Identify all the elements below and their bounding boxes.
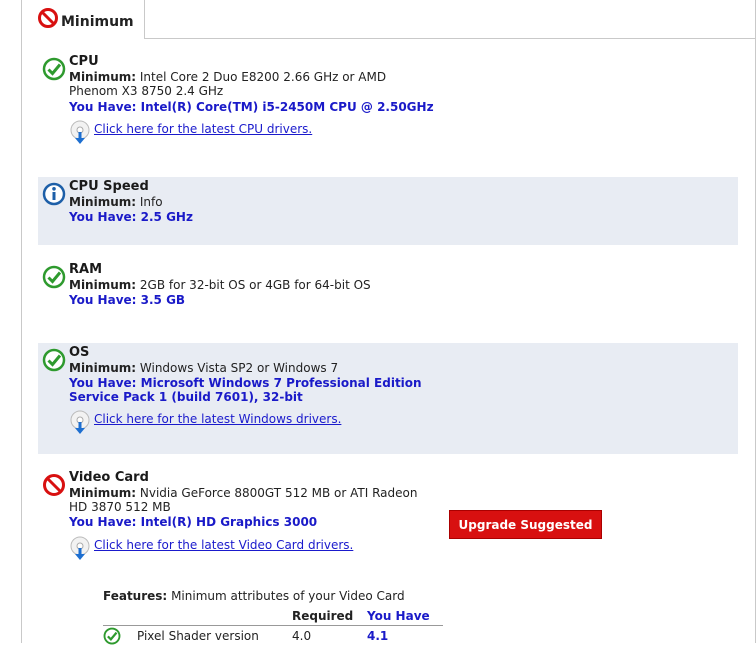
- requirement-ram: RAM Minimum: 2GB for 32-bit OS or 4GB fo…: [38, 260, 738, 320]
- cpu-driver-link[interactable]: Click here for the latest CPU drivers.: [94, 122, 312, 136]
- column-header-required: Required: [292, 609, 354, 623]
- minimum-text: Minimum: Nvidia GeForce 8800GT 512 MB or…: [69, 486, 418, 500]
- minimum-text: Minimum: Windows Vista SP2 or Windows 7: [69, 361, 339, 375]
- minimum-text: Minimum: Info: [69, 195, 163, 209]
- requirement-title: CPU: [69, 54, 99, 69]
- requirement-cpu: CPU Minimum: Intel Core 2 Duo E8200 2.66…: [38, 52, 738, 148]
- requirement-title: OS: [69, 345, 90, 360]
- check-icon: [42, 265, 66, 292]
- column-header-you-have: You Have: [367, 609, 430, 623]
- tab-label: Minimum: [61, 14, 134, 30]
- you-have-text: You Have: Microsoft Windows 7 Profession…: [69, 376, 422, 390]
- minimum-text-line2: HD 3870 512 MB: [69, 500, 171, 514]
- you-have-text: You Have: 2.5 GHz: [69, 210, 193, 224]
- download-icon: [69, 410, 91, 439]
- requirement-title: Video Card: [69, 470, 149, 485]
- you-have-text-line2: Service Pack 1 (build 7601), 32-bit: [69, 390, 303, 404]
- feature-name: Pixel Shader version: [137, 629, 259, 643]
- info-icon: [42, 182, 66, 209]
- video-card-driver-link[interactable]: Click here for the latest Video Card dri…: [94, 538, 353, 552]
- feature-you-have: 4.1: [367, 629, 389, 643]
- you-have-text: You Have: 3.5 GB: [69, 293, 186, 307]
- requirement-cpu-speed: CPU Speed Minimum: Info You Have: 2.5 GH…: [38, 177, 738, 245]
- no-entry-icon: [42, 473, 66, 500]
- minimum-text: Minimum: 2GB for 32-bit OS or 4GB for 64…: [69, 278, 371, 292]
- requirement-os: OS Minimum: Windows Vista SP2 or Windows…: [38, 343, 738, 454]
- minimum-text: Minimum: Intel Core 2 Duo E8200 2.66 GHz…: [69, 70, 387, 84]
- requirement-video-card: Video Card Minimum: Nvidia GeForce 8800G…: [38, 468, 738, 564]
- requirement-title: RAM: [69, 262, 103, 277]
- check-icon: [42, 57, 66, 84]
- download-icon: [69, 120, 91, 149]
- minimum-text-line2: Phenom X3 8750 2.4 GHz: [69, 84, 224, 98]
- tab-strip-border: [144, 38, 756, 39]
- feature-required: 4.0: [292, 629, 312, 643]
- upgrade-suggested-button[interactable]: Upgrade Suggested: [449, 510, 602, 539]
- check-icon: [42, 348, 66, 375]
- you-have-text: You Have: Intel(R) HD Graphics 3000: [69, 515, 318, 529]
- you-have-text: You Have: Intel(R) Core(TM) i5-2450M CPU…: [69, 100, 434, 114]
- requirement-title: CPU Speed: [69, 179, 149, 194]
- features-title: Features: Minimum attributes of your Vid…: [103, 589, 405, 603]
- tab-minimum[interactable]: Minimum: [23, 0, 145, 38]
- download-icon: [69, 536, 91, 565]
- check-icon: [103, 627, 121, 648]
- header-divider: [103, 625, 443, 626]
- windows-driver-link[interactable]: Click here for the latest Windows driver…: [94, 412, 341, 426]
- no-entry-icon: [37, 7, 59, 32]
